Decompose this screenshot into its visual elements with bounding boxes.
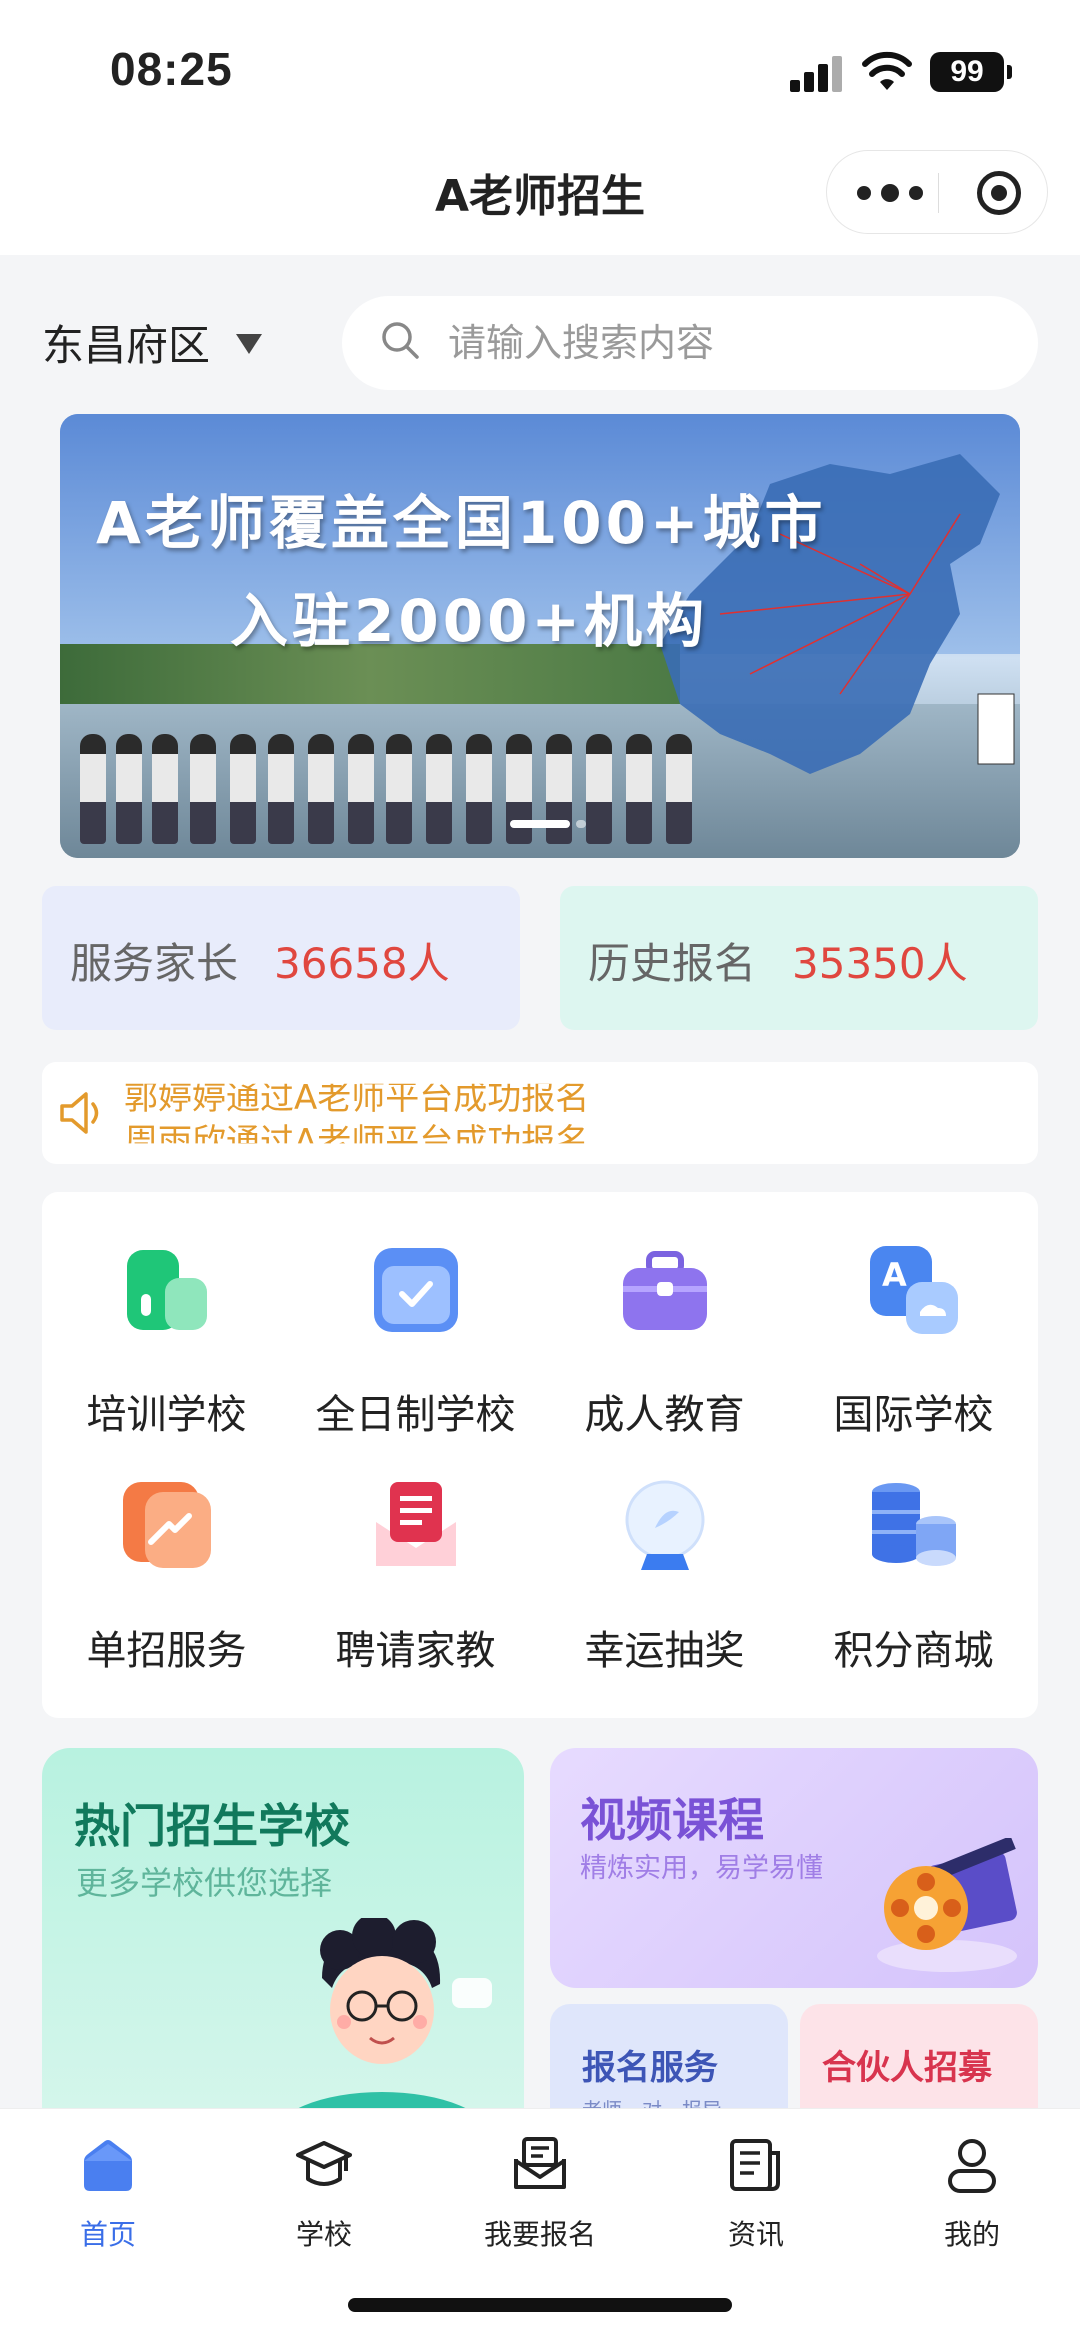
menu-label: 全日制学校: [315, 1392, 516, 1438]
menu-item-adult-education[interactable]: 成人教育: [540, 1212, 789, 1442]
tab-news[interactable]: 资讯: [648, 2125, 864, 2275]
tab-school[interactable]: 学校: [216, 2125, 432, 2275]
news-icon: [730, 2139, 780, 2191]
hot-schools-card[interactable]: 热门招生学校 更多学校供您选择: [42, 1748, 524, 2138]
tab-label: 首页: [79, 2218, 136, 2251]
letter-icon: [376, 1482, 456, 1566]
folder-check-icon: [374, 1248, 458, 1332]
category-grid: 培训学校 全日制学校 成人教育 A 国际学校 单招服务 聘请家教 幸运抽奖 积分…: [42, 1192, 1038, 1718]
stat-value: 36658人: [274, 939, 450, 988]
home-indicator: [348, 2298, 732, 2312]
banner-subheadline: 入驻2000+机构: [230, 587, 709, 655]
user-icon: [948, 2139, 996, 2193]
hot-schools-subtitle: 更多学校供您选择: [76, 1864, 333, 1902]
svg-text:A: A: [882, 1256, 907, 1294]
menu-item-international-school[interactable]: A 国际学校: [789, 1212, 1038, 1442]
stat-label: 历史报名: [588, 939, 757, 988]
menu-item-hire-tutor[interactable]: 聘请家教: [291, 1448, 540, 1678]
region-selector[interactable]: 东昌府区: [42, 312, 210, 373]
search-icon: [382, 322, 419, 359]
menu-label: 国际学校: [833, 1392, 994, 1438]
carousel-indicator-active: [510, 820, 570, 828]
menu-item-lucky-draw[interactable]: 幸运抽奖: [540, 1448, 789, 1678]
menu-label: 积分商城: [833, 1628, 994, 1674]
banner-headline: A老师覆盖全国100+城市: [96, 489, 827, 557]
menu-label: 成人教育: [584, 1392, 745, 1438]
coins-icon: [872, 1483, 956, 1566]
speaker-icon: [60, 1092, 99, 1134]
film-reel-icon: [877, 1838, 1017, 1972]
capsule-divider: [938, 173, 939, 213]
menu-label: 幸运抽奖: [584, 1628, 745, 1674]
wifi-icon: [862, 51, 912, 90]
home-icon: [84, 2140, 132, 2191]
registration-service-title: 报名服务: [582, 2048, 718, 2088]
cellular-signal-icon: [790, 56, 848, 92]
menu-label: 单招服务: [86, 1628, 247, 1674]
notice-text: 周雨欣通过A老师平台成功报名: [124, 1122, 590, 1162]
briefcase-icon: [623, 1251, 707, 1330]
video-course-card[interactable]: 视频课程 精炼实用，易学易懂: [550, 1748, 1038, 1988]
notice-ticker[interactable]: 郭婷婷通过A老师平台成功报名 周雨欣通过A老师平台成功报名: [42, 1062, 1038, 1164]
translate-icon: A: [870, 1246, 958, 1334]
menu-item-training-school[interactable]: 培训学校: [42, 1212, 291, 1442]
menu-item-single-enrollment[interactable]: 单招服务: [42, 1448, 291, 1678]
stat-value: 35350人: [792, 939, 968, 988]
banner-students: [80, 714, 700, 844]
trend-icon: [123, 1482, 211, 1568]
stat-card-registrations: 历史报名 35350人: [560, 886, 1038, 1030]
graduation-cap-icon: [296, 2141, 352, 2186]
cartoon-boy-illustration: [282, 1918, 492, 2138]
menu-label: 聘请家教: [335, 1628, 496, 1674]
caret-down-icon[interactable]: [236, 334, 262, 354]
tab-label: 资讯: [727, 2218, 784, 2251]
search-bar[interactable]: [342, 296, 1038, 390]
banner-carousel[interactable]: A老师覆盖全国100+城市 入驻2000+机构: [60, 414, 1020, 858]
menu-label: 培训学校: [86, 1392, 247, 1438]
carousel-indicator: [576, 820, 586, 828]
partner-recruit-title: 合伙人招募: [822, 2048, 992, 2088]
menu-item-fulltime-school[interactable]: 全日制学校: [291, 1212, 540, 1442]
close-target-icon[interactable]: [977, 171, 1021, 215]
more-icon[interactable]: [857, 181, 927, 205]
video-course-title: 视频课程: [580, 1793, 764, 1847]
search-input[interactable]: [448, 314, 1008, 372]
status-time: 08:25: [110, 43, 233, 95]
tab-label: 我要报名: [483, 2218, 596, 2251]
envelope-icon: [514, 2137, 566, 2189]
stat-card-parents: 服务家长 36658人: [42, 886, 520, 1030]
miniprogram-capsule: [826, 150, 1048, 234]
tab-label: 我的: [943, 2218, 1000, 2251]
stat-label: 服务家长: [70, 939, 239, 988]
tab-profile[interactable]: 我的: [864, 2125, 1080, 2275]
video-course-subtitle: 精炼实用，易学易懂: [580, 1853, 823, 1884]
hot-schools-title: 热门招生学校: [74, 1799, 350, 1853]
notice-text: 郭婷婷通过A老师平台成功报名: [124, 1078, 590, 1118]
menu-item-points-mall[interactable]: 积分商城: [789, 1448, 1038, 1678]
tab-register[interactable]: 我要报名: [432, 2125, 648, 2275]
status-bar: 08:25 99: [0, 0, 1080, 140]
battery-icon: 99: [930, 52, 1012, 92]
tab-home[interactable]: 首页: [0, 2125, 216, 2275]
tab-label: 学校: [295, 2218, 352, 2251]
building-icon: [127, 1250, 207, 1330]
top-header: 08:25 99 A老师招生: [0, 0, 1080, 255]
crystal-ball-icon: [625, 1480, 705, 1570]
